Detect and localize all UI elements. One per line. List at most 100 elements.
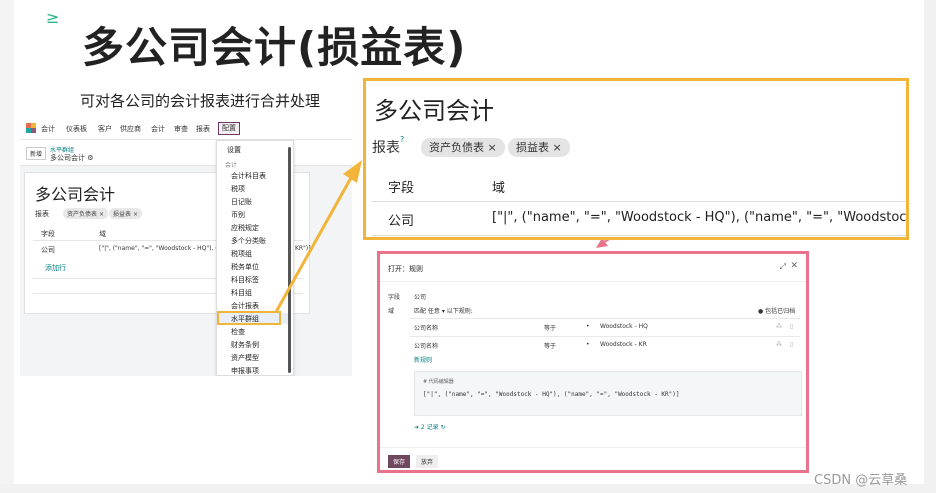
menu-section-accounting: 会计 bbox=[225, 162, 238, 169]
odoo-screenshot: 会计 仪表板 客户 供应商 会计 审查 报表 配置 新增 水平群组 多公司会计 … bbox=[20, 118, 352, 376]
help-icon[interactable]: ? bbox=[400, 135, 404, 144]
divider bbox=[380, 447, 806, 448]
cell-field[interactable]: 公司 bbox=[388, 210, 414, 229]
slide-subtitle: 可对各公司的会计报表进行合并处理 bbox=[80, 92, 321, 110]
nav-item-review[interactable]: 审查 bbox=[174, 124, 188, 134]
cell-domain[interactable]: ["|", ("name", "=", "Woodstock - HQ"), (… bbox=[99, 245, 224, 252]
menu-item[interactable]: 税项组 bbox=[231, 249, 252, 259]
rule-operator[interactable]: 等于 bbox=[544, 341, 556, 350]
toggle-icon: ● bbox=[758, 308, 764, 315]
close-icon: × bbox=[487, 141, 497, 154]
report-tag[interactable]: 损益表 × bbox=[508, 138, 570, 157]
menu-item[interactable]: 税务单位 bbox=[231, 262, 259, 272]
report-label: 报表 bbox=[372, 140, 400, 156]
slide-title: 多公司会计(损益表) bbox=[82, 23, 467, 72]
menu-item[interactable]: 会计报表 bbox=[231, 301, 259, 311]
report-tag[interactable]: 资产负债表 × bbox=[421, 138, 505, 157]
record-title: 多公司会计 bbox=[374, 97, 494, 125]
refresh-icon: ↻ bbox=[440, 424, 446, 431]
close-icon: × bbox=[552, 141, 562, 154]
include-archived-toggle[interactable]: ● 包括已归档 bbox=[758, 306, 795, 315]
menu-scrollbar[interactable] bbox=[288, 147, 291, 373]
column-header-field: 字段 bbox=[388, 181, 415, 196]
zoomed-form-panel: 多公司会计 报表 ? 资产负债表 × 损益表 × 字段 域 公司 ["|", (… bbox=[363, 78, 909, 240]
nav-item-vendors[interactable]: 供应商 bbox=[120, 124, 141, 134]
field-value[interactable]: 公司 bbox=[414, 292, 426, 301]
report-tag[interactable]: 资产负债表 × bbox=[63, 208, 108, 219]
control-panel: 新增 水平群组 多公司会计 ⚙ bbox=[20, 140, 352, 166]
cell-field[interactable]: 公司 bbox=[41, 245, 55, 255]
nav-item-accounting[interactable]: 会计 bbox=[151, 124, 165, 134]
menu-item[interactable]: 检查 bbox=[231, 327, 245, 337]
menu-item[interactable]: 多个分类账 bbox=[231, 236, 266, 246]
delete-icon[interactable]: ▯ bbox=[790, 341, 793, 348]
report-tag[interactable]: 损益表 × bbox=[109, 208, 142, 219]
rule-dialog: 打开：规则 ⤢ ✕ 字段 公司 域 匹配 任意 ▾ 以下规则: ● 包括已归档 … bbox=[377, 251, 809, 473]
rule-value[interactable]: Woodstock - KR bbox=[600, 341, 647, 348]
nav-item-dashboard[interactable]: 仪表板 bbox=[66, 124, 87, 134]
left-edge bbox=[0, 0, 14, 493]
column-header-field: 字段 bbox=[41, 230, 55, 238]
top-navbar: 会计 仪表板 客户 供应商 会计 审查 报表 配置 bbox=[20, 118, 352, 140]
new-rule-link[interactable]: 新规则 bbox=[414, 355, 432, 364]
save-button[interactable]: 保存 bbox=[388, 455, 411, 468]
breadcrumb-current: 多公司会计 ⚙ bbox=[50, 154, 94, 162]
menu-item[interactable]: 科目组 bbox=[231, 288, 252, 298]
report-label: 报表 bbox=[35, 210, 49, 218]
menu-item-settings[interactable]: 设置 bbox=[227, 145, 241, 155]
menu-item[interactable]: 资产模型 bbox=[231, 353, 259, 363]
delete-icon[interactable]: ▯ bbox=[790, 323, 793, 330]
close-icon: × bbox=[98, 211, 104, 218]
menu-item[interactable]: 应税规定 bbox=[231, 223, 259, 233]
app-name[interactable]: 会计 bbox=[41, 124, 55, 134]
rule-operator[interactable]: 等于 bbox=[544, 323, 556, 332]
cell-domain[interactable]: ["|", ("name", "=", "Woodstock - HQ"), (… bbox=[492, 210, 906, 225]
records-count[interactable]: ➜ 2 记录 ↻ bbox=[414, 422, 446, 431]
divider bbox=[410, 318, 800, 319]
hierarchy-icon[interactable]: ⁂ bbox=[776, 341, 782, 348]
add-line-link[interactable]: 添加行 bbox=[45, 263, 66, 273]
menu-item[interactable]: 会计科目表 bbox=[231, 171, 266, 181]
close-icon: × bbox=[132, 211, 138, 218]
rule-bullet-icon: • bbox=[586, 323, 590, 330]
config-dropdown-menu: 设置 会计 会计科目表 税项 日记账 币别 应税规定 多个分类账 税项组 税务单… bbox=[216, 140, 294, 376]
divider bbox=[410, 336, 800, 337]
divider bbox=[372, 201, 906, 202]
dialog-title: 打开：规则 bbox=[388, 265, 423, 273]
nav-item-configuration[interactable]: 配置 bbox=[218, 122, 240, 135]
rule-field[interactable]: 公司名称 bbox=[414, 323, 438, 332]
right-scrollbar-area bbox=[924, 0, 936, 493]
menu-item-active[interactable]: 水平群组 bbox=[231, 314, 259, 324]
menu-item[interactable]: 日记账 bbox=[231, 197, 252, 207]
column-header-domain: 域 bbox=[99, 230, 106, 238]
bottom-edge bbox=[0, 484, 936, 493]
match-selector[interactable]: 匹配 任意 ▾ 以下规则: bbox=[414, 306, 473, 315]
cell-domain-tail: KR")] bbox=[295, 245, 311, 252]
column-header-domain: 域 bbox=[492, 181, 506, 196]
new-button[interactable]: 新增 bbox=[26, 147, 47, 160]
close-icon[interactable]: ✕ bbox=[790, 261, 798, 271]
code-editor[interactable]: # 代码编辑器 ["|", ("name", "=", "Woodstock -… bbox=[414, 371, 802, 416]
expand-icon[interactable]: ⤢ bbox=[780, 262, 786, 272]
domain-label: 域 bbox=[388, 308, 395, 315]
menu-item[interactable]: 申报事项 bbox=[231, 366, 259, 376]
rule-field[interactable]: 公司名称 bbox=[414, 341, 438, 350]
field-label: 字段 bbox=[388, 294, 401, 301]
record-title: 多公司会计 bbox=[35, 185, 116, 204]
hierarchy-icon[interactable]: ⁂ bbox=[776, 323, 782, 330]
rule-value[interactable]: Woodstock - HQ bbox=[600, 323, 648, 330]
rule-bullet-icon: • bbox=[586, 341, 590, 348]
odoo-logo-icon[interactable] bbox=[26, 123, 37, 134]
code-editor-text[interactable]: ["|", ("name", "=", "Woodstock - HQ"), (… bbox=[423, 391, 679, 398]
nav-item-customers[interactable]: 客户 bbox=[98, 124, 112, 134]
watermark: CSDN @云草桑 bbox=[814, 473, 908, 488]
dialog-header: 打开：规则 ⤢ ✕ bbox=[380, 254, 806, 282]
menu-item[interactable]: 税项 bbox=[231, 184, 245, 194]
nav-item-reports[interactable]: 报表 bbox=[196, 124, 210, 134]
divider bbox=[372, 235, 906, 236]
decoration-icon: ≥ bbox=[46, 8, 60, 27]
discard-button[interactable]: 放弃 bbox=[416, 455, 439, 468]
menu-item[interactable]: 财务条例 bbox=[231, 340, 259, 350]
menu-item[interactable]: 币别 bbox=[231, 210, 245, 220]
menu-item[interactable]: 科目标签 bbox=[231, 275, 259, 285]
